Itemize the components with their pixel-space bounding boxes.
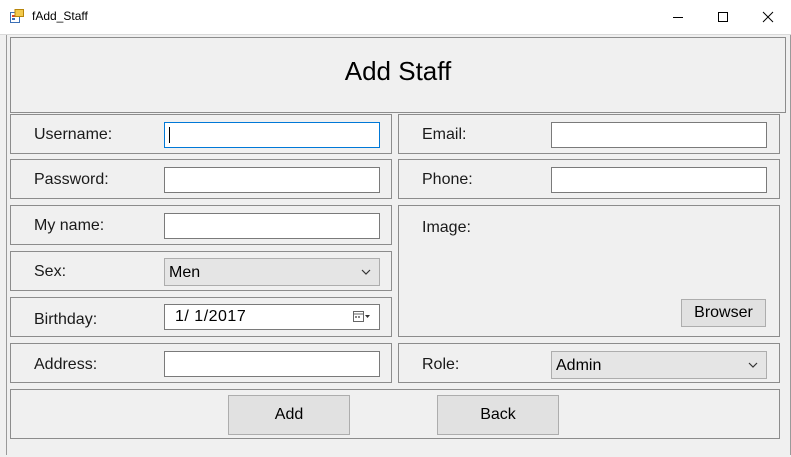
maximize-button[interactable] [700, 0, 746, 34]
username-label: Username: [34, 126, 113, 143]
image-label: Image: [422, 219, 471, 236]
email-panel: Email: [398, 114, 780, 154]
role-label: Role: [422, 356, 460, 373]
text-caret [169, 127, 170, 143]
minimize-icon [673, 17, 683, 18]
birthday-datepicker[interactable]: 1/ 1/2017 [164, 304, 380, 330]
window-titlebar[interactable]: fAdd_Staff [0, 0, 791, 35]
email-input[interactable] [551, 122, 767, 148]
phone-panel: Phone: [398, 159, 780, 199]
form-client-area: Add Staff Username: Password: My name: S… [6, 35, 791, 455]
my-name-panel: My name: [10, 205, 392, 245]
action-panel: Add Back [10, 389, 780, 439]
image-panel: Image: Browser [398, 205, 780, 337]
role-value: Admin [556, 357, 602, 374]
header-panel: Add Staff [10, 37, 786, 113]
close-icon [762, 11, 774, 23]
chevron-down-icon [361, 269, 371, 275]
username-panel: Username: [10, 114, 392, 154]
birthday-panel: Birthday: 1/ 1/2017 [10, 297, 392, 337]
birthday-label: Birthday: [34, 311, 98, 328]
maximize-icon [718, 12, 728, 22]
address-label: Address: [34, 356, 98, 373]
sex-select[interactable]: Men [164, 258, 380, 286]
form-app-icon [10, 9, 24, 23]
my-name-label: My name: [34, 217, 105, 234]
password-panel: Password: [10, 159, 392, 199]
address-panel: Address: [10, 343, 392, 383]
role-select[interactable]: Admin [551, 351, 767, 379]
sex-panel: Sex: Men [10, 251, 392, 291]
calendar-icon[interactable] [353, 311, 371, 323]
email-label: Email: [422, 126, 467, 143]
my-name-input[interactable] [164, 213, 380, 239]
password-label: Password: [34, 171, 109, 188]
minimize-button[interactable] [655, 0, 701, 34]
add-button[interactable]: Add [228, 395, 350, 435]
browse-button[interactable]: Browser [681, 299, 766, 327]
role-panel: Role: Admin [398, 343, 780, 383]
page-title: Add Staff [344, 56, 452, 86]
birthday-value: 1/ 1/2017 [175, 308, 247, 325]
phone-label: Phone: [422, 171, 473, 188]
phone-input[interactable] [551, 167, 767, 193]
close-button[interactable] [745, 0, 791, 34]
sex-label: Sex: [34, 263, 67, 280]
back-button[interactable]: Back [437, 395, 559, 435]
username-input[interactable] [164, 122, 380, 148]
address-input[interactable] [164, 351, 380, 377]
chevron-down-icon [748, 362, 758, 368]
window-title: fAdd_Staff [32, 9, 88, 23]
sex-value: Men [169, 264, 201, 281]
password-input[interactable] [164, 167, 380, 193]
